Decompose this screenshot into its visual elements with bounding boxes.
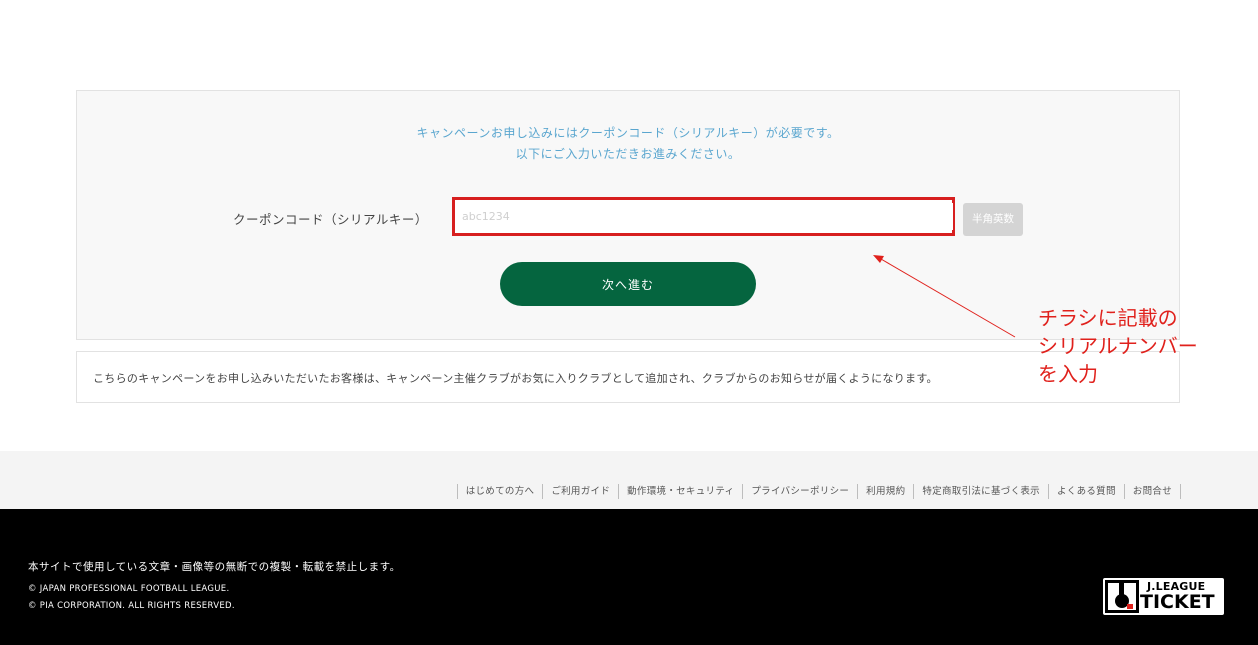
footer-link-guide[interactable]: ご利用ガイド	[543, 484, 620, 499]
campaign-notice-panel: こちらのキャンペーンをお申し込みいただいたお客様は、キャンペーン主催クラブがお気…	[76, 351, 1180, 403]
intro-text-line2: 以下にご入力いただきお進みください。	[515, 147, 741, 161]
next-button[interactable]: 次へ進む	[500, 262, 756, 306]
footer-nav: はじめての方へ ご利用ガイド 動作環境・セキュリティ プライバシーポリシー 利用…	[456, 484, 1181, 499]
footer-link-terms[interactable]: 利用規約	[858, 484, 915, 499]
annotation-callout: チラシに記載の シリアルナンバー を入力	[1038, 304, 1198, 388]
annotation-line-1: チラシに記載の	[1038, 306, 1178, 330]
jleague-emblem-icon	[1105, 580, 1139, 613]
coupon-form-panel: キャンペーンお申し込みにはクーポンコード（シリアルキー）が必要です。 以下にご入…	[76, 90, 1180, 340]
coupon-code-label: クーポンコード（シリアルキー）	[233, 212, 428, 227]
copyright-pia: © PIA CORPORATION. ALL RIGHTS RESERVED.	[28, 601, 235, 611]
copyright-jleague: © JAPAN PROFESSIONAL FOOTBALL LEAGUE.	[28, 584, 230, 594]
footer-link-first-time[interactable]: はじめての方へ	[458, 484, 544, 499]
coupon-code-input[interactable]	[458, 203, 953, 230]
footer-nav-band: はじめての方へ ご利用ガイド 動作環境・セキュリティ プライバシーポリシー 利用…	[0, 451, 1258, 509]
annotation-highlight-frame	[452, 197, 955, 236]
campaign-notice-text: こちらのキャンペーンをお申し込みいただいたお客様は、キャンペーン主催クラブがお気…	[93, 372, 938, 385]
jleague-ticket-logo[interactable]: J.LEAGUE TICKET	[1103, 578, 1224, 615]
footer-link-privacy[interactable]: プライバシーポリシー	[743, 484, 859, 499]
footer-link-commerce-law[interactable]: 特定商取引法に基づく表示	[914, 484, 1049, 499]
footer: 本サイトで使用している文章・画像等の無断での複製・転載を禁止します。 © JAP…	[0, 509, 1258, 645]
logo-text-ticket: TICKET	[1140, 591, 1215, 613]
copy-restriction-notice: 本サイトで使用している文章・画像等の無断での複製・転載を禁止します。	[28, 561, 401, 573]
intro-text-line1: キャンペーンお申し込みにはクーポンコード（シリアルキー）が必要です。	[416, 126, 840, 140]
annotation-line-2: シリアルナンバー	[1038, 334, 1198, 358]
footer-link-contact[interactable]: お問合せ	[1125, 484, 1181, 499]
annotation-line-3: を入力	[1038, 362, 1098, 386]
footer-link-faq[interactable]: よくある質問	[1049, 484, 1125, 499]
footer-link-environment[interactable]: 動作環境・セキュリティ	[619, 484, 744, 499]
input-format-hint: 半角英数	[963, 203, 1023, 236]
